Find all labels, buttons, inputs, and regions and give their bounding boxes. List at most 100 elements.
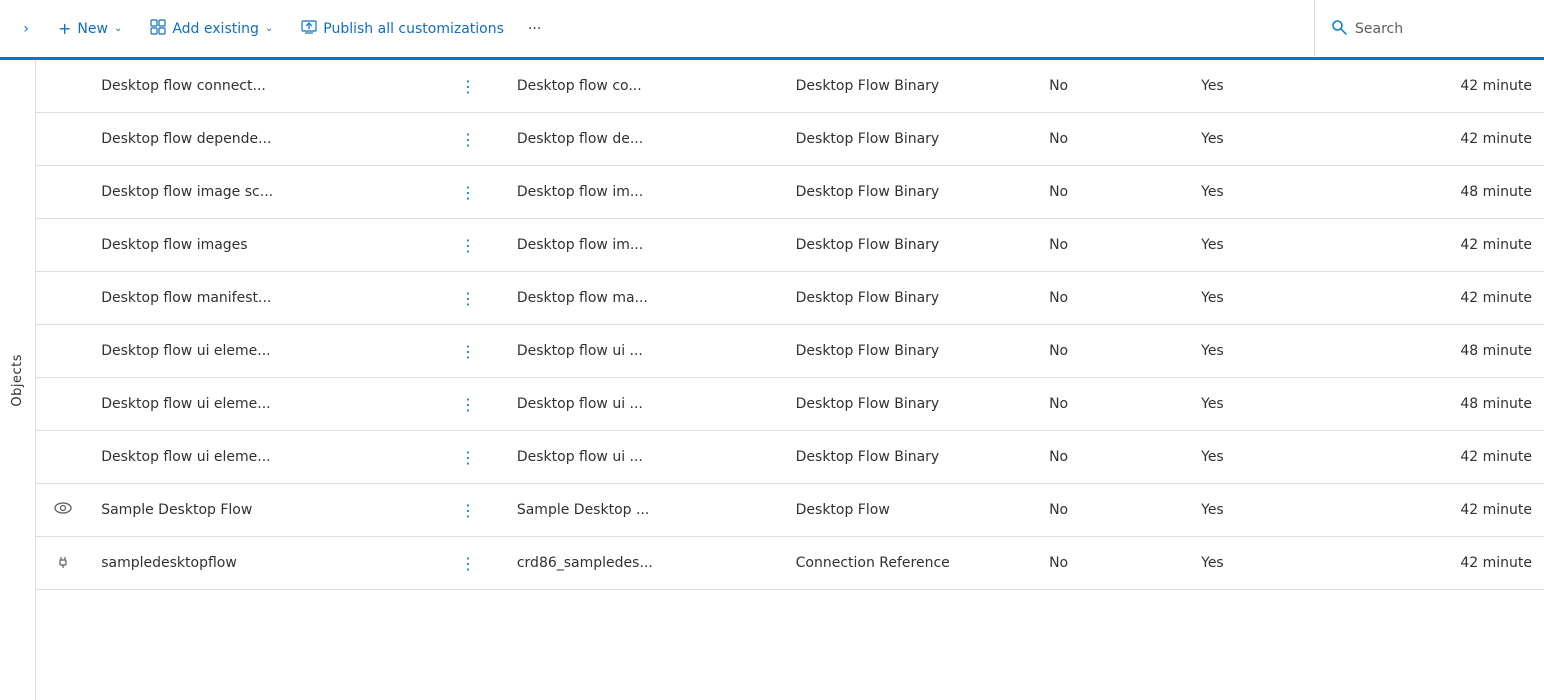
row-name: Desktop flow depende...	[89, 113, 444, 166]
row-customizable: Yes	[1189, 325, 1341, 378]
row-more[interactable]: ⋮	[444, 219, 505, 272]
row-display-name: Desktop flow co...	[505, 60, 784, 113]
row-name: Desktop flow ui eleme...	[89, 378, 444, 431]
row-name: Desktop flow ui eleme...	[89, 431, 444, 484]
row-modified: 48 minute	[1341, 325, 1544, 378]
row-modified: 42 minute	[1341, 113, 1544, 166]
row-type: Desktop Flow Binary	[784, 60, 1037, 113]
row-modified: 42 minute	[1341, 484, 1544, 537]
row-modified: 42 minute	[1341, 537, 1544, 590]
row-managed: No	[1037, 484, 1189, 537]
row-managed: No	[1037, 537, 1189, 590]
row-more-button[interactable]: ⋮	[456, 233, 480, 257]
row-more[interactable]: ⋮	[444, 166, 505, 219]
row-modified: 42 minute	[1341, 219, 1544, 272]
add-existing-label: Add existing	[172, 21, 259, 37]
row-type: Desktop Flow Binary	[784, 219, 1037, 272]
row-name: Desktop flow images	[89, 219, 444, 272]
table-row: Desktop flow ui eleme... ⋮ Desktop flow …	[36, 378, 1544, 431]
table-row: sampledesktopflow ⋮ crd86_sampledes... C…	[36, 537, 1544, 590]
row-display-name: Desktop flow de...	[505, 113, 784, 166]
row-customizable: Yes	[1189, 537, 1341, 590]
row-more[interactable]: ⋮	[444, 537, 505, 590]
row-name: Sample Desktop Flow	[89, 484, 444, 537]
more-dots-icon: ···	[528, 21, 541, 37]
row-customizable: Yes	[1189, 431, 1341, 484]
add-existing-chevron-icon: ⌄	[265, 23, 273, 34]
row-more-button[interactable]: ⋮	[456, 498, 480, 522]
row-modified: 48 minute	[1341, 378, 1544, 431]
search-label: Search	[1355, 21, 1403, 37]
more-options-button[interactable]: ···	[520, 15, 549, 43]
publish-button[interactable]: Publish all customizations	[289, 13, 516, 45]
row-icon	[36, 113, 89, 166]
row-display-name: Desktop flow ui ...	[505, 431, 784, 484]
add-existing-button[interactable]: Add existing ⌄	[138, 13, 285, 45]
data-table: Desktop flow connect... ⋮ Desktop flow c…	[36, 60, 1544, 590]
objects-label: Objects	[10, 354, 25, 407]
row-modified: 42 minute	[1341, 431, 1544, 484]
row-type: Desktop Flow Binary	[784, 325, 1037, 378]
row-managed: No	[1037, 325, 1189, 378]
row-type: Desktop Flow Binary	[784, 272, 1037, 325]
row-more[interactable]: ⋮	[444, 431, 505, 484]
row-managed: No	[1037, 219, 1189, 272]
row-managed: No	[1037, 113, 1189, 166]
table-row: Desktop flow manifest... ⋮ Desktop flow …	[36, 272, 1544, 325]
row-icon	[36, 219, 89, 272]
row-name: Desktop flow image sc...	[89, 166, 444, 219]
content-area: Desktop flow connect... ⋮ Desktop flow c…	[36, 60, 1544, 700]
add-existing-icon	[150, 19, 166, 39]
row-icon	[36, 60, 89, 113]
row-icon	[36, 378, 89, 431]
main-layout: Objects Desktop flow connect... ⋮ Deskto…	[0, 60, 1544, 700]
row-modified: 42 minute	[1341, 60, 1544, 113]
row-managed: No	[1037, 60, 1189, 113]
row-customizable: Yes	[1189, 378, 1341, 431]
expand-button[interactable]: ›	[10, 13, 42, 45]
table-row: Desktop flow ui eleme... ⋮ Desktop flow …	[36, 325, 1544, 378]
chevron-right-icon: ›	[23, 21, 29, 37]
row-more[interactable]: ⋮	[444, 113, 505, 166]
row-name: Desktop flow manifest...	[89, 272, 444, 325]
row-more-button[interactable]: ⋮	[456, 127, 480, 151]
row-name: Desktop flow ui eleme...	[89, 325, 444, 378]
row-more-button[interactable]: ⋮	[456, 286, 480, 310]
row-more-button[interactable]: ⋮	[456, 74, 480, 98]
row-icon	[36, 537, 89, 590]
row-customizable: Yes	[1189, 166, 1341, 219]
row-display-name: Sample Desktop ...	[505, 484, 784, 537]
new-plus-icon: +	[58, 19, 71, 38]
row-name: Desktop flow connect...	[89, 60, 444, 113]
row-type: Connection Reference	[784, 537, 1037, 590]
row-more[interactable]: ⋮	[444, 325, 505, 378]
row-type: Desktop Flow Binary	[784, 166, 1037, 219]
row-more-button[interactable]: ⋮	[456, 339, 480, 363]
row-more-button[interactable]: ⋮	[456, 551, 480, 575]
row-more[interactable]: ⋮	[444, 272, 505, 325]
row-managed: No	[1037, 378, 1189, 431]
table-row: Desktop flow connect... ⋮ Desktop flow c…	[36, 60, 1544, 113]
row-icon	[36, 325, 89, 378]
table-row: Desktop flow depende... ⋮ Desktop flow d…	[36, 113, 1544, 166]
publish-label: Publish all customizations	[323, 21, 504, 37]
search-icon	[1331, 19, 1347, 39]
row-more[interactable]: ⋮	[444, 378, 505, 431]
row-managed: No	[1037, 166, 1189, 219]
row-icon	[36, 272, 89, 325]
row-more[interactable]: ⋮	[444, 60, 505, 113]
row-type: Desktop Flow Binary	[784, 113, 1037, 166]
publish-icon	[301, 19, 317, 39]
row-type: Desktop Flow Binary	[784, 378, 1037, 431]
row-display-name: Desktop flow im...	[505, 219, 784, 272]
table-row: Desktop flow image sc... ⋮ Desktop flow …	[36, 166, 1544, 219]
row-more-button[interactable]: ⋮	[456, 392, 480, 416]
row-more[interactable]: ⋮	[444, 484, 505, 537]
new-button[interactable]: + New ⌄	[46, 13, 134, 44]
row-type: Desktop Flow Binary	[784, 431, 1037, 484]
search-box[interactable]: Search	[1314, 0, 1534, 57]
row-more-button[interactable]: ⋮	[456, 445, 480, 469]
row-more-button[interactable]: ⋮	[456, 180, 480, 204]
side-panel: Objects	[0, 60, 36, 700]
toolbar: › + New ⌄ Add existing ⌄ Publish al	[0, 0, 1544, 60]
